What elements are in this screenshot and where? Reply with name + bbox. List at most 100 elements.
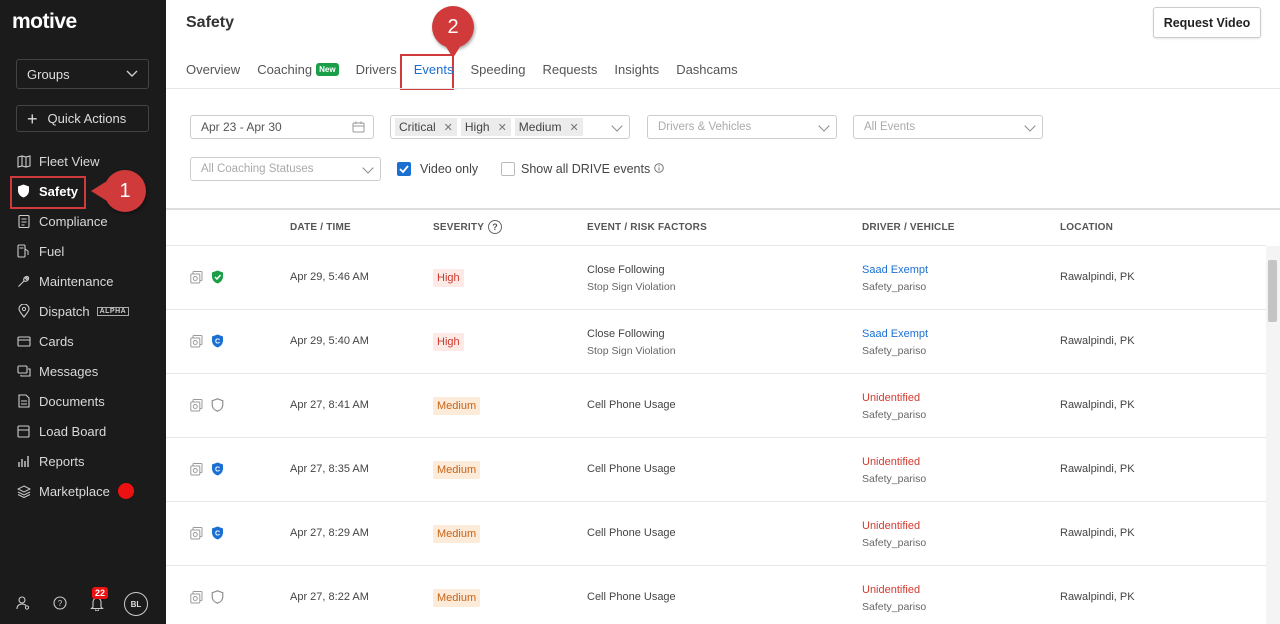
sidebar-item-maintenance[interactable]: Maintenance <box>0 266 166 296</box>
event-cell: Close Following Stop Sign Violation <box>587 328 676 357</box>
layers-icon <box>16 484 31 499</box>
severity-tag-high[interactable]: High ✕ <box>460 118 511 136</box>
sidebar-item-fleet-view[interactable]: Fleet View <box>0 146 166 176</box>
shield-outline-icon[interactable] <box>211 590 224 609</box>
column-header-severity[interactable]: SEVERITY ? <box>433 220 503 234</box>
user-settings-icon[interactable] <box>16 596 30 615</box>
sidebar-item-marketplace[interactable]: Marketplace <box>0 476 166 506</box>
tab-speeding[interactable]: Speeding <box>471 61 526 77</box>
date-range-picker[interactable]: Apr 23 - Apr 30 <box>190 115 374 139</box>
sidebar-item-cards[interactable]: Cards <box>0 326 166 356</box>
scrollbar[interactable] <box>1266 246 1280 624</box>
sidebar-item-load-board[interactable]: Load Board <box>0 416 166 446</box>
video-icon[interactable] <box>190 398 203 417</box>
video-icon[interactable] <box>190 334 203 353</box>
sidebar-item-fuel[interactable]: Fuel <box>0 236 166 266</box>
scrollbar-thumb[interactable] <box>1268 260 1277 322</box>
close-icon[interactable]: ✕ <box>444 121 453 134</box>
severity-tag-medium[interactable]: Medium ✕ <box>514 118 583 136</box>
location-pin-icon <box>16 304 31 319</box>
groups-dropdown[interactable]: Groups <box>16 59 149 89</box>
table-row[interactable]: C Apr 27, 8:35 AM Medium Cell Phone Usage Un… <box>166 438 1266 502</box>
driver-vehicle-cell: Saad Exempt Safety_pariso <box>862 264 928 293</box>
tab-dashcams[interactable]: Dashcams <box>676 61 737 77</box>
step-2-callout: 2 <box>432 6 474 58</box>
sidebar-item-dispatch[interactable]: Dispatch ALPHA <box>0 296 166 326</box>
driver-link[interactable]: Saad Exempt <box>862 328 928 340</box>
event-type: Cell Phone Usage <box>587 399 676 411</box>
driver-link[interactable]: Unidentified <box>862 520 926 532</box>
shield-coach-icon[interactable]: C <box>211 334 224 353</box>
driver-link[interactable]: Saad Exempt <box>862 264 928 276</box>
column-header-driver[interactable]: DRIVER / VEHICLE <box>862 222 955 233</box>
driver-link[interactable]: Unidentified <box>862 584 926 596</box>
shield-coach-icon[interactable]: C <box>211 462 224 481</box>
tab-overview[interactable]: Overview <box>186 61 240 77</box>
driver-link[interactable]: Unidentified <box>862 392 926 404</box>
table-row[interactable]: Apr 27, 8:22 AM Medium Cell Phone Usage Uni… <box>166 566 1266 624</box>
sidebar-item-messages[interactable]: Messages <box>0 356 166 386</box>
driver-vehicle-cell: Unidentified Safety_pariso <box>862 456 926 485</box>
severity-badge: High <box>433 333 464 351</box>
drivers-vehicles-select[interactable]: Drivers & Vehicles <box>647 115 837 139</box>
table-row[interactable]: Apr 29, 5:46 AM High Close Following Stop S… <box>166 246 1266 310</box>
quick-actions-button[interactable]: + Quick Actions <box>16 105 149 132</box>
tab-insights[interactable]: Insights <box>614 61 659 77</box>
shield-coach-icon[interactable]: C <box>211 526 224 545</box>
vehicle-name: Safety_pariso <box>862 537 927 549</box>
close-icon[interactable]: ✕ <box>498 121 507 134</box>
tab-events[interactable]: Events <box>414 61 454 77</box>
events-select[interactable]: All Events <box>853 115 1043 139</box>
event-cell: Close Following Stop Sign Violation <box>587 264 676 293</box>
vehicle-name: Safety_pariso <box>862 409 927 421</box>
column-header-event[interactable]: EVENT / RISK FACTORS <box>587 222 707 233</box>
sidebar: motive Groups + Quick Actions Fleet View… <box>0 0 166 624</box>
tab-drivers[interactable]: Drivers <box>356 61 397 77</box>
info-icon[interactable] <box>653 162 664 176</box>
tab-requests[interactable]: Requests <box>542 61 597 77</box>
event-cell: Cell Phone Usage <box>587 527 676 539</box>
video-icon[interactable] <box>190 270 203 289</box>
table-row[interactable]: C Apr 29, 5:40 AM High Close Following Stop … <box>166 310 1266 374</box>
show-drive-events-label[interactable]: Show all DRIVE events <box>521 162 664 176</box>
sidebar-item-reports[interactable]: Reports <box>0 446 166 476</box>
video-only-checkbox[interactable] <box>397 162 411 176</box>
help-icon[interactable]: ? <box>53 596 67 615</box>
request-video-button[interactable]: Request Video <box>1153 7 1261 38</box>
event-cell: Cell Phone Usage <box>587 591 676 603</box>
help-icon[interactable]: ? <box>488 220 503 234</box>
svg-text:C: C <box>215 339 220 346</box>
tab-coaching[interactable]: Coaching New <box>257 61 339 77</box>
table-row[interactable]: C Apr 27, 8:29 AM Medium Cell Phone Usage Un… <box>166 502 1266 566</box>
table-row[interactable]: Apr 27, 8:41 AM Medium Cell Phone Usage Uni… <box>166 374 1266 438</box>
video-icon[interactable] <box>190 590 203 609</box>
driver-link[interactable]: Unidentified <box>862 456 926 468</box>
video-only-label[interactable]: Video only <box>420 162 478 176</box>
vehicle-name: Safety_pariso <box>862 601 927 613</box>
avatar[interactable]: BL <box>124 592 148 616</box>
vehicle-name: Safety_pariso <box>862 345 927 357</box>
event-datetime: Apr 27, 8:22 AM <box>290 591 369 603</box>
vehicle-name: Safety_pariso <box>862 473 927 485</box>
shield-check-icon[interactable] <box>211 270 224 289</box>
driver-vehicle-cell: Unidentified Safety_pariso <box>862 392 926 421</box>
notification-count-badge: 22 <box>92 587 109 599</box>
close-icon[interactable]: ✕ <box>569 121 578 134</box>
chevron-down-icon <box>611 120 623 132</box>
video-icon[interactable] <box>190 462 203 481</box>
video-icon[interactable] <box>190 526 203 545</box>
coaching-status-select[interactable]: All Coaching Statuses <box>190 157 381 181</box>
severity-tag-critical[interactable]: Critical ✕ <box>395 118 457 136</box>
bell-icon[interactable] <box>90 596 104 616</box>
sidebar-item-compliance[interactable]: Compliance <box>0 206 166 236</box>
shield-outline-icon[interactable] <box>211 398 224 417</box>
column-header-datetime[interactable]: DATE / TIME <box>290 222 351 233</box>
location: Rawalpindi, PK <box>1060 527 1135 539</box>
severity-multiselect[interactable]: Critical ✕ High ✕ Medium ✕ <box>390 115 630 139</box>
header-divider <box>166 88 1280 89</box>
motive-logo[interactable]: motive <box>12 10 77 34</box>
driver-vehicle-cell: Unidentified Safety_pariso <box>862 520 926 549</box>
column-header-location[interactable]: LOCATION <box>1060 222 1113 233</box>
sidebar-item-documents[interactable]: Documents <box>0 386 166 416</box>
show-drive-events-checkbox[interactable] <box>501 162 515 176</box>
